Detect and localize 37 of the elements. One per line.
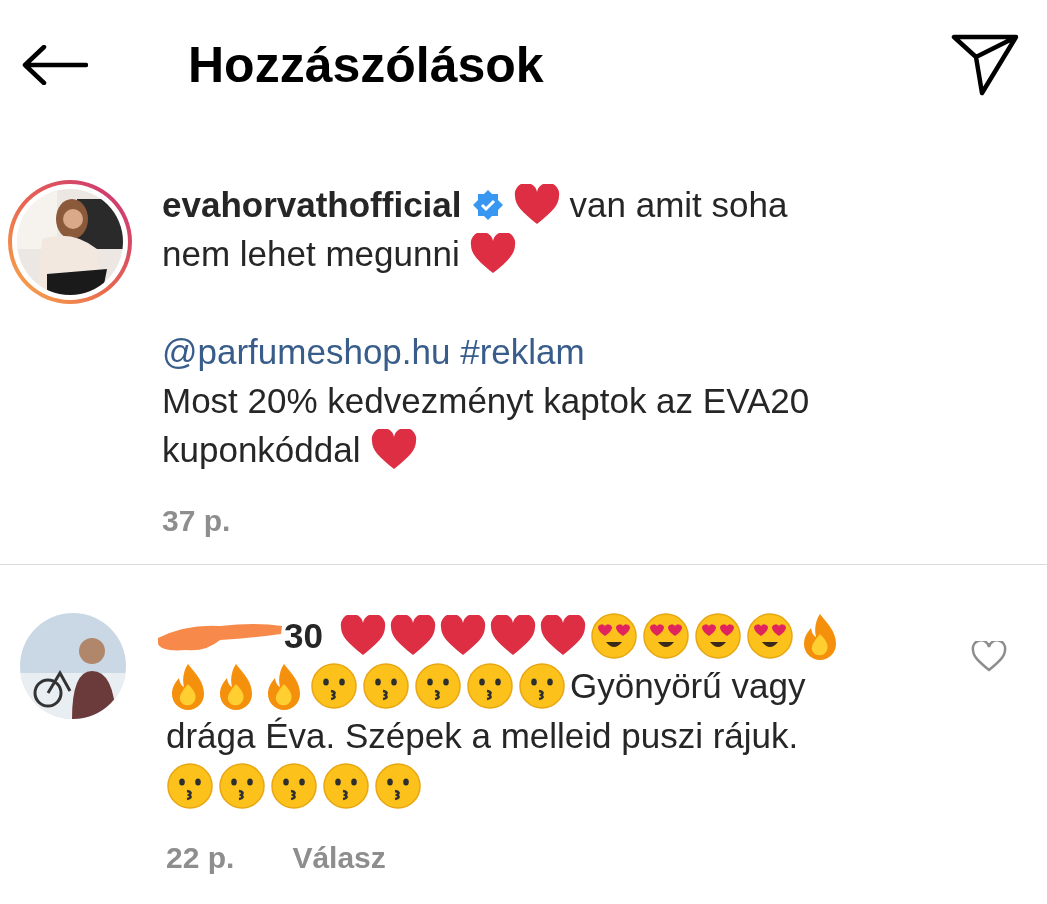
kissing-face-icon (322, 762, 370, 810)
kissing-face-icon (414, 662, 462, 710)
kissing-face-icon (270, 762, 318, 810)
kissing-face-icon (166, 762, 214, 810)
heart-eyes-face-icon (694, 612, 742, 660)
kissing-face-icon (310, 662, 358, 710)
username[interactable]: 30 (284, 616, 323, 656)
heart-icon (440, 615, 486, 657)
kissing-face-icon (374, 762, 422, 810)
page-title: Hozzászólások (188, 36, 545, 94)
heart-eyes-face-icon (642, 612, 690, 660)
comment-time: 22 p. (166, 841, 235, 875)
heart-icon (469, 232, 516, 275)
back-arrow-icon[interactable] (22, 45, 88, 85)
send-icon[interactable] (951, 34, 1019, 96)
username[interactable]: evahorvathofficial (162, 184, 462, 225)
mention-link[interactable]: @parfumeshop.hu #reklam (162, 331, 585, 372)
comment-text: nem lehet megunni (162, 233, 460, 274)
comment-text: Gyönyörű vagy (570, 666, 806, 706)
kissing-face-icon (362, 662, 410, 710)
heart-icon (513, 183, 560, 226)
heart-icon (390, 615, 436, 657)
post-time: 37 p. (162, 504, 231, 538)
comment-text: drága Éva. Szépek a melleid puszi rájuk. (166, 716, 799, 756)
comment-text: kuponkóddal (162, 429, 361, 470)
heart-eyes-face-icon (590, 612, 638, 660)
comment-text: Most 20% kedvezményt kaptok az EVA20 (162, 380, 810, 421)
heart-outline-icon[interactable] (971, 641, 1007, 673)
heart-icon (490, 615, 536, 657)
heart-icon (540, 615, 586, 657)
kissing-face-icon (218, 762, 266, 810)
kissing-face-icon (466, 662, 514, 710)
kissing-face-icon (518, 662, 566, 710)
heart-eyes-face-icon (746, 612, 794, 660)
comment-text: van amit soha (569, 184, 788, 225)
heart-icon (370, 428, 417, 471)
heart-icon (340, 615, 386, 657)
